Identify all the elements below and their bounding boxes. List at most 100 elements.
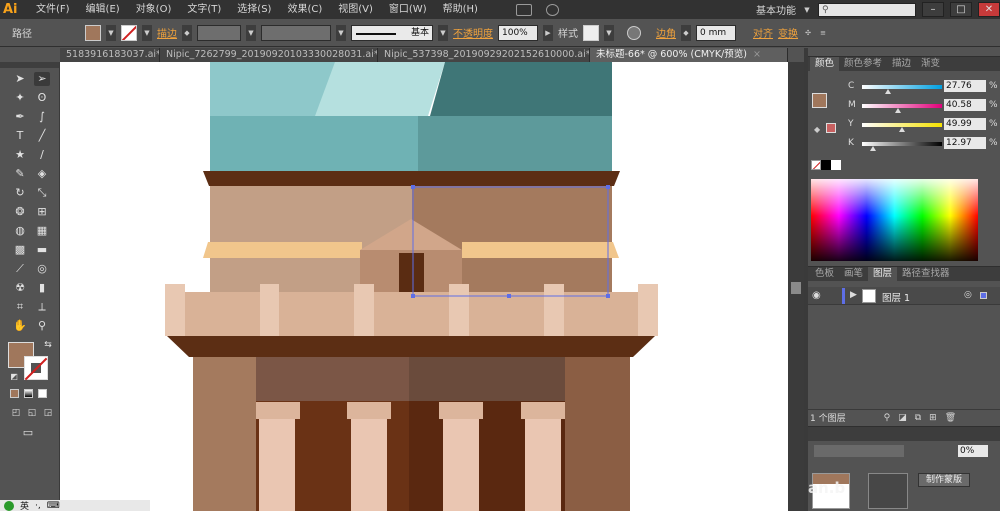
perspective-icon[interactable]: ▦ [34, 224, 50, 238]
chevron-down-icon[interactable]: ▼ [246, 24, 256, 41]
arrange-documents-icon[interactable] [515, 3, 532, 16]
graph-icon[interactable]: ▮ [34, 281, 50, 295]
zoom-icon[interactable]: ⚲ [34, 319, 50, 333]
vertical-scrollbar[interactable] [788, 62, 804, 511]
punctuation-icon[interactable]: ·, [35, 501, 41, 511]
slice-icon[interactable]: ⟂ [34, 300, 50, 314]
none-swatch[interactable] [811, 160, 821, 170]
menu-view[interactable]: 视图(V) [330, 0, 381, 19]
minimize-button[interactable]: – [922, 2, 944, 17]
out-of-gamut-icon[interactable]: ◆ [814, 125, 820, 134]
menu-select[interactable]: 选择(S) [229, 0, 279, 19]
slider-track[interactable] [862, 85, 942, 89]
corner-label[interactable]: 边角 [656, 25, 676, 40]
close-button[interactable]: ✕ [978, 2, 1000, 17]
ime-mode[interactable]: 英 [20, 499, 29, 511]
tab-pathfinder[interactable]: 路径查找器 [897, 267, 955, 281]
scale-icon[interactable]: ⤡ [34, 186, 50, 200]
channel-value-input[interactable]: 49.99 [944, 118, 986, 130]
tab-document-1[interactable]: 5183916183037.ai*× [60, 48, 160, 62]
menu-file[interactable]: 文件(F) [28, 0, 78, 19]
screen-mode-icon[interactable]: ▭ [20, 426, 36, 440]
new-sublayer-icon[interactable]: ⧉ [915, 413, 921, 423]
workspace-switcher[interactable]: 基本功能 [756, 2, 796, 17]
stroke-label[interactable]: 描边 [157, 25, 177, 40]
recolor-artwork-icon[interactable] [627, 25, 641, 40]
blend-icon[interactable]: ◎ [34, 262, 50, 276]
variable-width-field[interactable] [261, 24, 331, 41]
menu-edit[interactable]: 编辑(E) [78, 0, 128, 19]
hand-icon[interactable]: ✋ [12, 319, 28, 333]
color-spectrum[interactable] [811, 179, 978, 261]
tab-document-active[interactable]: 未标题-66* @ 600% (CMYK/预览) × [590, 48, 788, 62]
artboard-canvas[interactable] [60, 62, 788, 511]
close-icon[interactable]: × [753, 48, 761, 62]
chevron-down-icon[interactable]: ▼ [142, 24, 152, 41]
opacity-label[interactable]: 不透明度 [453, 25, 493, 40]
slider-knob[interactable] [895, 108, 901, 113]
eye-icon[interactable]: ◉ [812, 290, 821, 301]
color-mode-icon[interactable] [10, 389, 19, 398]
slider-knob[interactable] [885, 89, 891, 94]
rotate-icon[interactable]: ↻ [12, 186, 28, 200]
cyan-slider[interactable]: C 27.76 % [848, 80, 998, 94]
chevron-down-icon[interactable]: ▼ [802, 4, 812, 16]
warp-icon[interactable]: ❂ [12, 205, 28, 219]
draw-normal-icon[interactable]: ◰ [8, 406, 24, 420]
mask-thumbnail[interactable] [868, 473, 908, 509]
menu-help[interactable]: 帮助(H) [435, 0, 486, 19]
tab-color[interactable]: 颜色 [810, 57, 840, 71]
stroke-weight-stepper[interactable]: ◆ [182, 24, 192, 41]
line-icon[interactable]: ╱ [34, 129, 50, 143]
draw-behind-icon[interactable]: ◱ [24, 406, 40, 420]
artboard-icon[interactable]: ⌗ [12, 300, 28, 314]
corner-radius-input[interactable]: 0 mm [696, 24, 736, 41]
selection-anchor[interactable] [606, 185, 610, 189]
channel-value-input[interactable]: 40.58 [944, 99, 986, 111]
mesh-icon[interactable]: ▩ [12, 243, 28, 257]
tab-layers[interactable]: 图层 [868, 267, 898, 281]
free-transform-icon[interactable]: ⊞ [34, 205, 50, 219]
magic-wand-icon[interactable]: ✦ [12, 91, 28, 105]
type-icon[interactable]: T [12, 129, 28, 143]
layer-row[interactable]: ◉ ▶ 图层 1 ◎ [808, 287, 1000, 305]
tab-brushes[interactable]: 画笔 [839, 267, 868, 281]
brush-icon[interactable]: ∕ [34, 148, 50, 162]
chevron-down-icon[interactable]: ▼ [106, 24, 116, 41]
chevron-down-icon[interactable]: ▼ [336, 24, 346, 41]
current-fill-swatch[interactable] [812, 93, 827, 108]
menu-window[interactable]: 窗口(W) [381, 0, 435, 19]
new-layer-icon[interactable]: ⊞ [929, 413, 937, 423]
align-link[interactable]: 对齐 [753, 25, 773, 40]
keyboard-icon[interactable]: ⌨ [47, 501, 60, 511]
slider-knob[interactable] [899, 127, 905, 132]
white-swatch[interactable] [831, 160, 841, 170]
slider-knob[interactable] [870, 146, 876, 151]
selection-icon[interactable]: ➤ [12, 72, 28, 86]
opacity-input[interactable]: 0% [958, 445, 988, 457]
selection-anchor[interactable] [507, 294, 511, 298]
menu-type[interactable]: 文字(T) [179, 0, 229, 19]
stroke-swatch[interactable] [121, 24, 137, 41]
stroke-color-swatch[interactable] [24, 356, 48, 380]
eraser-icon[interactable]: ◈ [34, 167, 50, 181]
selection-indicator[interactable] [980, 292, 987, 299]
opacity-input[interactable]: 100% [498, 24, 538, 41]
pencil-icon[interactable]: ✎ [12, 167, 28, 181]
delete-icon[interactable]: 🗑 [945, 413, 956, 423]
black-slider[interactable]: K 12.97 % [848, 137, 998, 151]
panel-menu-icon[interactable]: ≡ [818, 25, 828, 41]
channel-value-input[interactable]: 27.76 [944, 80, 986, 92]
draw-inside-icon[interactable]: ◲ [40, 406, 56, 420]
eyedropper-icon[interactable]: ⟋ [12, 262, 28, 276]
black-swatch[interactable] [821, 160, 831, 170]
slider-track[interactable] [862, 104, 942, 108]
tab-document-3[interactable]: Nipic_537398_20190929202152610000.ai*× [378, 48, 590, 62]
ime-logo-icon[interactable] [4, 500, 14, 511]
expand-triangle-icon[interactable]: ▶ [850, 290, 857, 300]
gradient-icon[interactable]: ▬ [34, 243, 50, 257]
selection-anchor[interactable] [411, 294, 415, 298]
curvature-icon[interactable]: ∫ [34, 110, 50, 124]
fill-swatch[interactable] [85, 24, 101, 41]
chevron-down-icon[interactable]: ▼ [604, 24, 614, 41]
